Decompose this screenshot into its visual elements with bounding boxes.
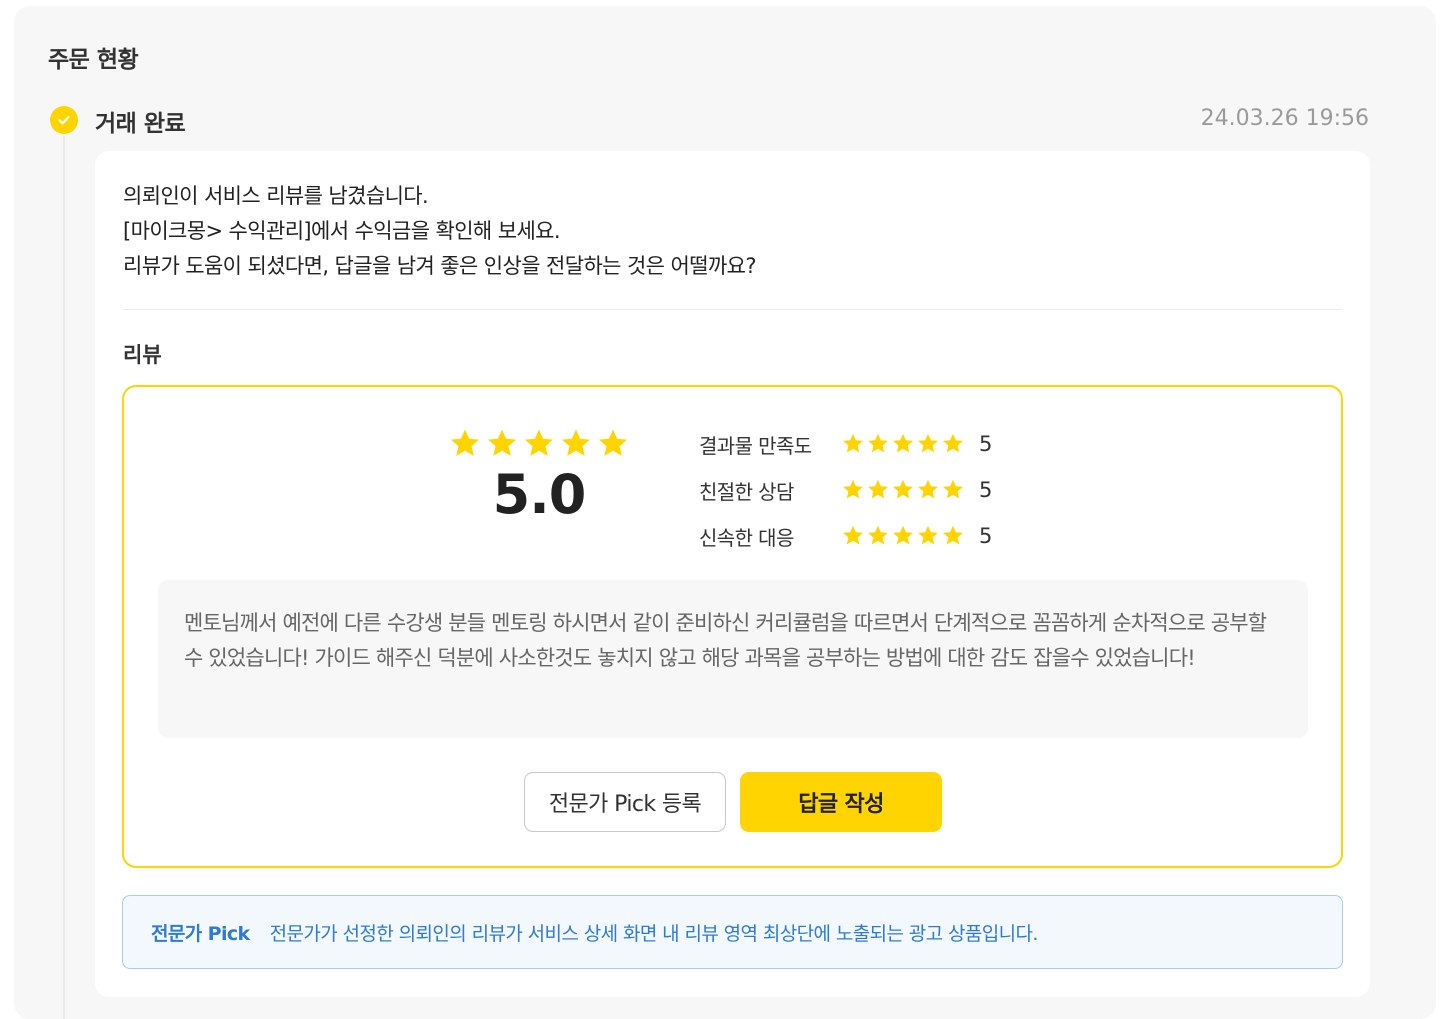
star-icon [450, 429, 480, 456]
criteria-score: 5 [979, 432, 993, 456]
overall-score: 5.0 [492, 463, 587, 526]
star-icon [893, 433, 913, 453]
message-line: [마이크몽> 수익관리]에서 수익금을 확인해 보세요. [123, 219, 561, 243]
criteria-ratings: 결과물 만족도 5 친절한 상담 5 신속한 대응 5 [699, 421, 992, 559]
criteria-row: 친절한 상담 5 [699, 467, 992, 513]
criteria-score: 5 [979, 524, 993, 548]
criteria-label: 친절한 상담 [699, 479, 794, 504]
message-line: 리뷰가 도움이 되셨다면, 답글을 남겨 좋은 인상을 전달하는 것은 어떨까요… [123, 254, 757, 278]
star-icon [918, 479, 938, 499]
criteria-label: 결과물 만족도 [699, 433, 812, 458]
criteria-row: 신속한 대응 5 [699, 513, 992, 559]
divider [123, 309, 1342, 310]
star-icon [524, 429, 554, 456]
criteria-stars [841, 432, 979, 456]
message-line: 의뢰인이 서비스 리뷰를 남겼습니다. [123, 184, 429, 208]
criteria-stars [841, 478, 979, 502]
expert-pick-register-button[interactable]: 전문가 Pick 등록 [524, 772, 726, 832]
overall-rating: 5.0 [446, 427, 632, 526]
star-icon [918, 525, 938, 545]
expert-pick-info-banner: 전문가 Pick 전문가가 선정한 의뢰인의 리뷰가 서비스 상세 화면 내 리… [122, 895, 1343, 969]
section-title: 주문 현황 [48, 47, 139, 73]
star-icon [868, 479, 888, 499]
star-icon [893, 479, 913, 499]
status-label: 거래 완료 [95, 111, 186, 137]
star-icon [561, 429, 591, 456]
info-tag: 전문가 Pick [151, 922, 250, 945]
notification-message: 의뢰인이 서비스 리뷰를 남겼습니다. [마이크몽> 수익관리]에서 수익금을 … [123, 179, 1223, 284]
criteria-score: 5 [979, 478, 993, 502]
star-icon [943, 479, 963, 499]
review-notification-card: 의뢰인이 서비스 리뷰를 남겼습니다. [마이크몽> 수익관리]에서 수익금을 … [95, 151, 1370, 997]
star-icon [893, 525, 913, 545]
write-reply-button[interactable]: 답글 작성 [740, 772, 942, 832]
star-icon [843, 433, 863, 453]
criteria-row: 결과물 만족도 5 [699, 421, 992, 467]
review-box: 5.0 결과물 만족도 5 친절한 상담 5 신속한 대응 5 멘토님께서 예전… [122, 385, 1343, 868]
overall-stars [446, 427, 632, 461]
star-icon [843, 525, 863, 545]
star-icon [943, 433, 963, 453]
timeline-line [63, 136, 65, 1019]
star-icon [487, 429, 517, 456]
review-section-title: 리뷰 [123, 343, 162, 367]
star-icon [918, 433, 938, 453]
star-icon [598, 429, 628, 456]
star-icon [868, 525, 888, 545]
review-text: 멘토님께서 예전에 다른 수강생 분들 멘토링 하시면서 같이 준비하신 커리큘… [158, 580, 1308, 738]
star-icon [868, 433, 888, 453]
info-text: 전문가가 선정한 의뢰인의 리뷰가 서비스 상세 화면 내 리뷰 영역 최상단에… [269, 922, 1039, 945]
star-icon [943, 525, 963, 545]
criteria-label: 신속한 대응 [699, 525, 794, 550]
star-icon [843, 479, 863, 499]
check-circle-icon [50, 106, 78, 134]
status-timestamp: 24.03.26 19:56 [1200, 106, 1369, 131]
criteria-stars [841, 524, 979, 548]
